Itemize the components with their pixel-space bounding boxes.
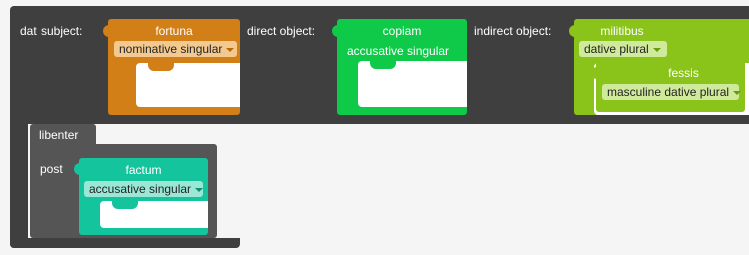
preposition-label: post (40, 162, 63, 176)
slot-tab (112, 201, 138, 209)
direct-object-label: direct object: (247, 24, 316, 38)
word-block-fessis[interactable]: fessis masculine dative plural (596, 61, 745, 112)
form-dropdown-value: masculine dative plural (607, 85, 730, 99)
form-text: accusative singular (347, 44, 450, 58)
word-title: fessis (668, 66, 699, 80)
verb-label: dat (20, 24, 37, 38)
verb-block-dat-spine (10, 124, 28, 248)
form-dropdown[interactable]: nominative singular (114, 41, 237, 57)
word-title: copiam (382, 24, 422, 38)
word-title: militibus (600, 24, 644, 38)
form-dropdown[interactable]: accusative singular (84, 181, 204, 197)
slot-tab (148, 63, 174, 71)
word-title: fortuna (155, 24, 193, 38)
blocks-workspace: dat subject: direct object: indirect obj… (0, 0, 749, 255)
verb-block-dat-bottom (10, 238, 240, 248)
word-block-factum[interactable]: factum accusative singular (79, 158, 208, 235)
indirect-object-label: indirect object: (474, 24, 552, 38)
chevron-down-icon (226, 47, 235, 52)
form-dropdown-value: accusative singular (89, 182, 192, 196)
chevron-down-icon (652, 47, 661, 52)
modifier-connector (591, 67, 597, 79)
chevron-down-icon (195, 187, 204, 192)
adverb-label: libenter (39, 128, 79, 142)
word-title: factum (125, 163, 162, 177)
form-dropdown[interactable]: masculine dative plural (602, 84, 742, 100)
form-dropdown[interactable]: dative plural (579, 41, 667, 57)
subject-label: subject: (41, 24, 83, 38)
chevron-down-icon (733, 90, 742, 95)
form-dropdown-value: nominative singular (119, 42, 223, 56)
word-block-fortuna[interactable]: fortuna nominative singular (108, 19, 240, 115)
word-block-copiam[interactable]: copiam accusative singular (337, 19, 467, 115)
form-dropdown-value: dative plural (584, 42, 649, 56)
slot-tab (370, 61, 396, 69)
